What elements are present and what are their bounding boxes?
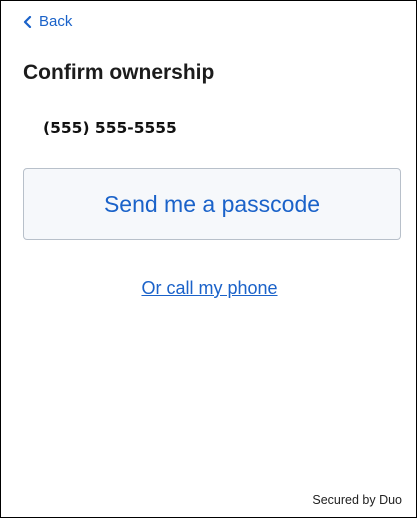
phone-number: (555) 555-5555 [43,119,177,137]
call-phone-link[interactable]: Or call my phone [141,278,277,298]
back-link[interactable]: Back [23,13,72,30]
call-phone-container: Or call my phone [1,278,417,299]
secured-by-footer: Secured by Duo [312,493,402,507]
page-title: Confirm ownership [23,61,215,84]
chevron-left-icon [23,15,32,28]
back-label: Back [39,13,73,30]
auth-panel: Back Confirm ownership (555) 555-5555 Se… [0,0,417,518]
send-passcode-button[interactable]: Send me a passcode [23,168,401,240]
